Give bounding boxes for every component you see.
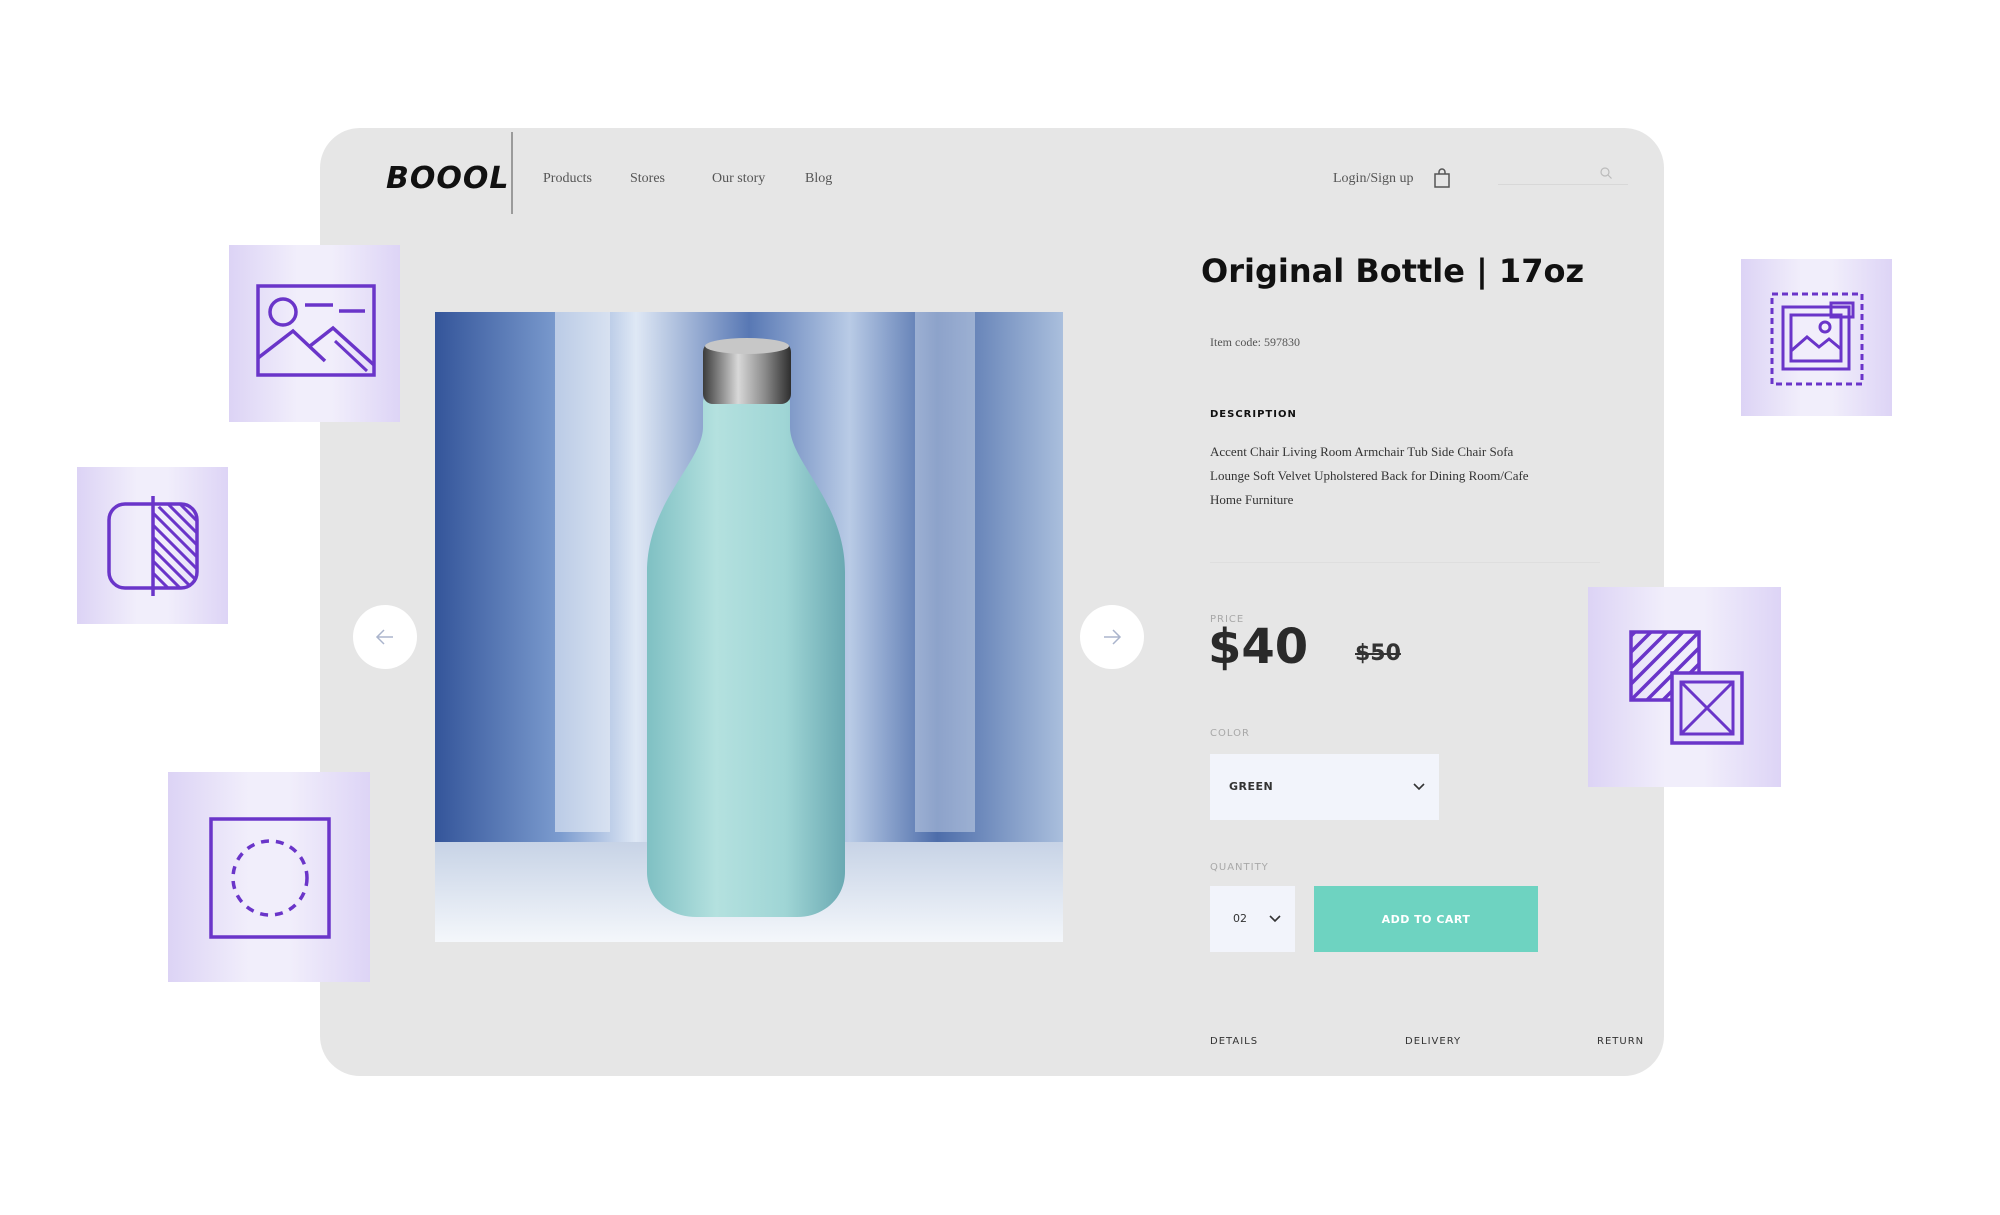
quantity-select[interactable]: 02 bbox=[1210, 886, 1295, 952]
quantity-label: QUANTITY bbox=[1210, 862, 1269, 873]
product-card: BOOOL Products Stores Our story Blog Log… bbox=[320, 128, 1664, 1076]
dashed-circle-icon-tile bbox=[168, 772, 370, 982]
item-code: Item code: 597830 bbox=[1210, 335, 1300, 349]
product-bottle-illustration bbox=[435, 312, 1063, 942]
next-image-button[interactable] bbox=[1080, 605, 1144, 669]
color-select-value: GREEN bbox=[1229, 780, 1274, 793]
description-heading: DESCRIPTION bbox=[1210, 409, 1297, 420]
dashed-circle-icon bbox=[209, 817, 331, 939]
nav-link-stores[interactable]: Stores bbox=[630, 171, 665, 187]
image-icon-tile bbox=[229, 245, 400, 422]
add-to-cart-button[interactable]: ADD TO CART bbox=[1314, 886, 1538, 952]
framed-image-icon bbox=[1770, 292, 1864, 386]
product-title: Original Bottle | 17oz bbox=[1201, 252, 1585, 290]
nav-link-products[interactable]: Products bbox=[543, 171, 592, 187]
contrast-icon-tile bbox=[77, 467, 228, 624]
quantity-select-value: 02 bbox=[1233, 912, 1247, 925]
tab-delivery[interactable]: DELIVERY bbox=[1405, 1036, 1461, 1047]
contrast-icon bbox=[107, 496, 199, 596]
color-select[interactable]: GREEN bbox=[1210, 754, 1439, 820]
old-price: $50 bbox=[1355, 641, 1401, 666]
divider bbox=[1210, 562, 1600, 563]
overlap-squares-icon-tile bbox=[1588, 587, 1781, 787]
login-signup-link[interactable]: Login/Sign up bbox=[1333, 171, 1414, 187]
arrow-left-icon bbox=[375, 629, 393, 645]
tab-details[interactable]: DETAILS bbox=[1210, 1036, 1258, 1047]
chevron-down-icon bbox=[1269, 915, 1281, 923]
overlap-squares-icon bbox=[1629, 630, 1744, 745]
header-divider bbox=[511, 132, 513, 214]
tab-return[interactable]: RETURN bbox=[1597, 1036, 1644, 1047]
shopping-bag-icon[interactable] bbox=[1433, 168, 1451, 188]
nav-link-blog[interactable]: Blog bbox=[805, 171, 832, 187]
search-input[interactable] bbox=[1498, 184, 1628, 185]
current-price: $40 bbox=[1208, 619, 1309, 675]
product-description: Accent Chair Living Room Armchair Tub Si… bbox=[1210, 444, 1529, 507]
brand-logo[interactable]: BOOOL bbox=[386, 161, 510, 196]
image-icon bbox=[256, 284, 376, 377]
previous-image-button[interactable] bbox=[353, 605, 417, 669]
product-image bbox=[435, 312, 1063, 942]
search-icon[interactable] bbox=[1599, 166, 1613, 180]
chevron-down-icon bbox=[1413, 783, 1425, 791]
color-label: COLOR bbox=[1210, 728, 1250, 739]
nav-link-our-story[interactable]: Our story bbox=[712, 171, 765, 187]
framed-image-icon-tile bbox=[1741, 259, 1892, 416]
arrow-right-icon bbox=[1104, 629, 1122, 645]
